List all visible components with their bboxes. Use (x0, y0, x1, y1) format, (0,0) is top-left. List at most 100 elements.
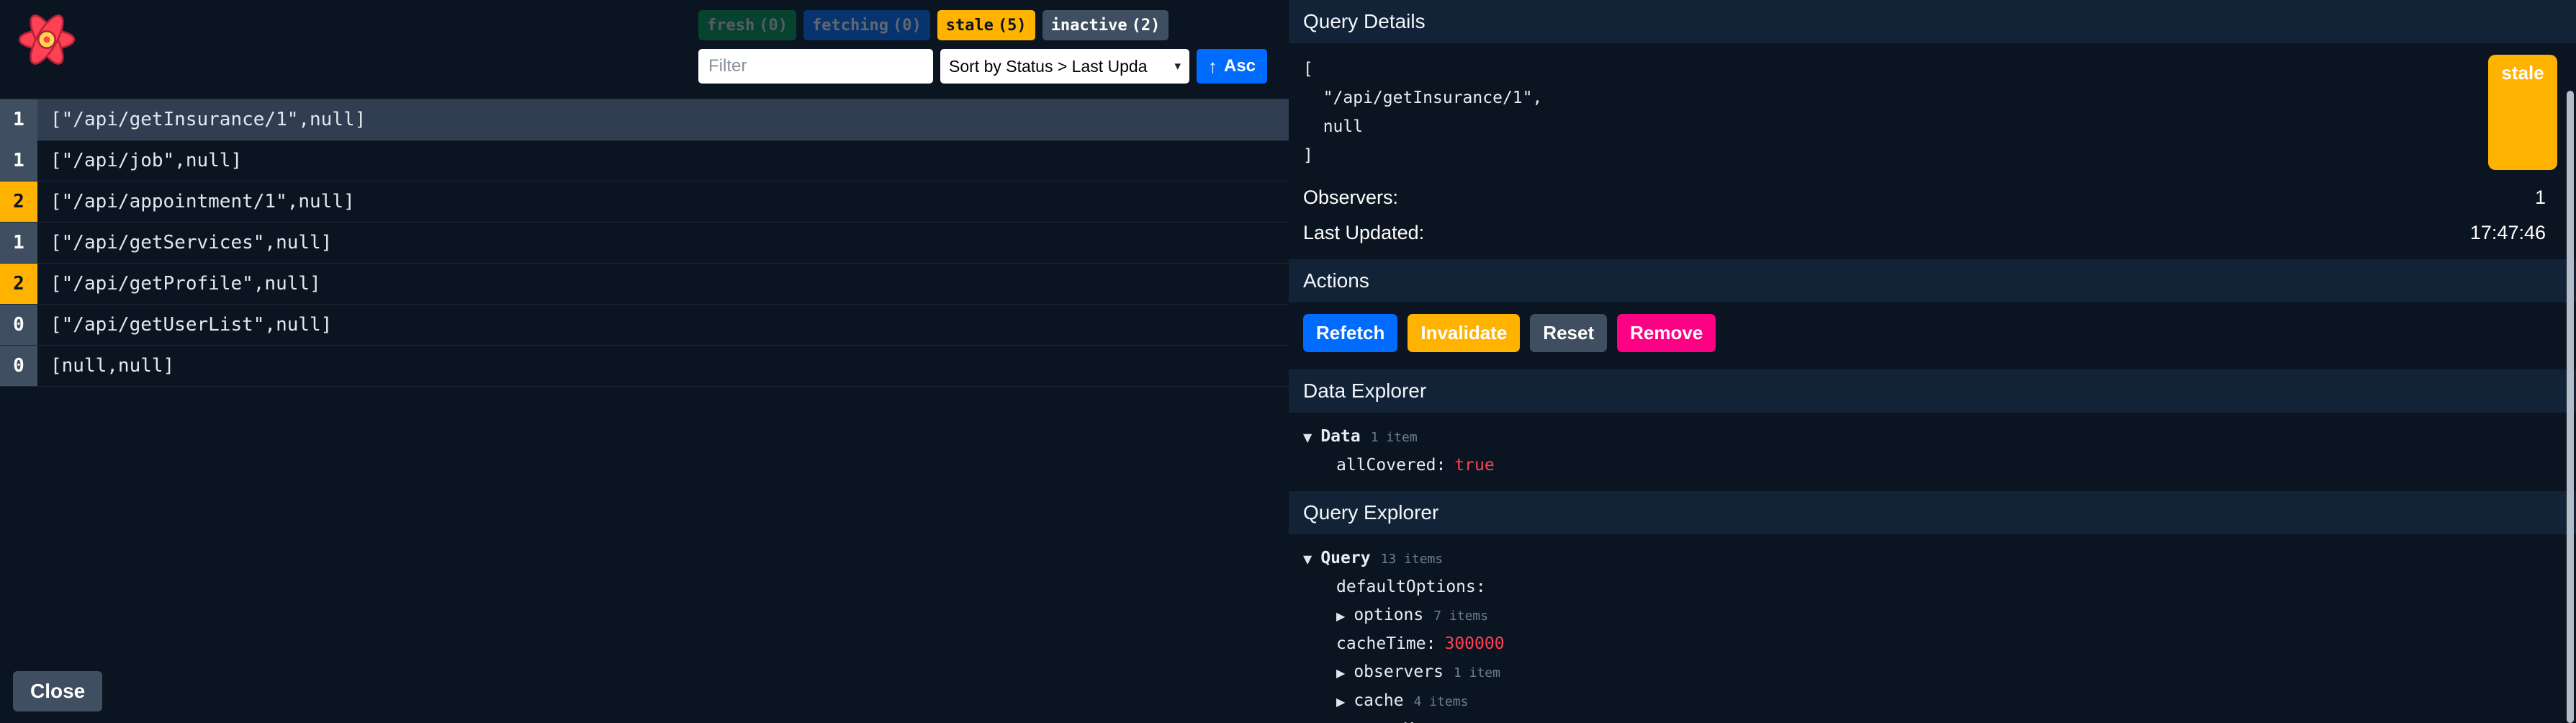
explorer-root-label: Data (1320, 423, 1360, 451)
expander-right-icon: ▶ (1336, 602, 1345, 630)
expander-right-icon: ▶ (1336, 688, 1345, 716)
explorer-entry-row[interactable]: ▶ options 7 items (1303, 601, 2562, 630)
actions-title: Actions (1289, 259, 2576, 302)
observer-count-badge: 2 (0, 264, 37, 304)
last-updated-row: Last Updated: 17:47:46 (1289, 215, 2576, 251)
explorer-item-count: 7 items (1433, 602, 1488, 630)
explorer-entry-row: cacheTime: 300000 (1303, 630, 2562, 658)
explorer-item-count: 1 item (1371, 423, 1418, 452)
selected-query-key: [ "/api/getInsurance/1", null ] (1303, 55, 2488, 170)
data-explorer-tree: ▼ Data 1 item allCovered: true (1289, 413, 2576, 491)
query-key-block: [ "/api/getInsurance/1", null ] stale (1289, 43, 2576, 180)
explorer-entry-key: defaultOptions: (1336, 573, 1486, 601)
react-query-logo-button[interactable] (14, 7, 79, 72)
explorer-entry-value: 300000 (1444, 630, 1504, 658)
chevron-down-icon: ▾ (1174, 59, 1181, 73)
explorer-entry-value: true (1454, 452, 1494, 480)
query-key-text: ["/api/getInsurance/1",null] (50, 109, 366, 130)
filter-badge-fetching[interactable]: fetching (0) (803, 10, 930, 40)
query-key-text: [null,null] (50, 355, 174, 377)
sort-select-value: Sort by Status > Last Upda (949, 57, 1168, 76)
filter-badge-label: inactive (1051, 17, 1127, 35)
query-key-text: ["/api/getUserList",null] (50, 314, 332, 336)
query-row[interactable]: 1 ["/api/getServices",null] (0, 223, 1289, 264)
filter-badge-fresh[interactable]: fresh (0) (698, 10, 796, 40)
observers-label: Observers: (1303, 187, 1398, 209)
filter-badge-label: fresh (707, 17, 755, 35)
explorer-item-count: 4 items (1414, 688, 1469, 716)
query-details-title: Query Details (1289, 0, 2576, 43)
query-explorer-title: Query Explorer (1289, 491, 2576, 534)
arrow-up-icon: ↑ (1208, 55, 1217, 78)
explorer-entry-row[interactable]: ▶ observers 1 item (1303, 658, 2562, 687)
explorer-root-label: Query (1320, 544, 1370, 572)
filter-badge-count: (0) (759, 17, 788, 35)
query-list-header: fresh (0) fetching (0) stale (5) inactiv… (0, 0, 1289, 99)
query-list-panel: fresh (0) fetching (0) stale (5) inactiv… (0, 0, 1289, 723)
explorer-entry-row[interactable]: ▶ cache 4 items (1303, 687, 2562, 716)
filter-sort-row: Sort by Status > Last Upda ▾ ↑ Asc (698, 49, 1267, 84)
explorer-entry-row: allCovered: true (1303, 452, 2562, 480)
explorer-entry-key: cacheTime: (1336, 630, 1436, 658)
observers-row: Observers: 1 (1289, 180, 2576, 215)
observer-count-badge: 0 (0, 346, 37, 386)
last-updated-label: Last Updated: (1303, 222, 1424, 244)
filter-badge-label: fetching (812, 17, 888, 35)
observer-count-badge: 0 (0, 305, 37, 345)
query-row[interactable]: 0 [null,null] (0, 346, 1289, 387)
query-explorer-tree: ▼ Query 13 items defaultOptions: ▶ optio… (1289, 534, 2576, 723)
explorer-item-count: 13 items (1381, 545, 1444, 573)
explorer-entry-row: defaultOptions: (1303, 573, 2562, 601)
expander-down-icon: ▼ (1303, 545, 1312, 573)
query-row[interactable]: 1 ["/api/getInsurance/1",null] (0, 99, 1289, 140)
filter-badge-stale[interactable]: stale (5) (937, 10, 1035, 40)
actions-row: Refetch Invalidate Reset Remove (1289, 302, 2576, 369)
explorer-entry-row[interactable]: ▶ queryKey 2 items (1303, 716, 2562, 723)
reset-button[interactable]: Reset (1530, 314, 1607, 352)
query-key-text: ["/api/appointment/1",null] (50, 191, 355, 212)
sort-select[interactable]: Sort by Status > Last Upda ▾ (940, 49, 1189, 84)
refetch-button[interactable]: Refetch (1303, 314, 1397, 352)
query-state-badge: stale (2488, 55, 2557, 170)
sort-direction-label: Asc (1224, 56, 1256, 76)
explorer-root-row[interactable]: ▼ Data 1 item (1303, 423, 2562, 452)
expander-right-icon: ▶ (1336, 659, 1345, 687)
expander-down-icon: ▼ (1303, 423, 1312, 452)
filter-badge-inactive[interactable]: inactive (2) (1042, 10, 1169, 40)
query-key-text: ["/api/getProfile",null] (50, 273, 321, 295)
scrollbar[interactable] (2567, 91, 2574, 723)
query-key-text: ["/api/getServices",null] (50, 232, 332, 253)
query-row[interactable]: 0 ["/api/getUserList",null] (0, 305, 1289, 346)
observer-count-badge: 1 (0, 223, 37, 263)
query-key-text: ["/api/job",null] (50, 150, 242, 171)
close-button[interactable]: Close (13, 671, 102, 711)
observer-count-badge: 2 (0, 181, 37, 222)
filter-input[interactable] (698, 49, 933, 84)
query-row[interactable]: 2 ["/api/appointment/1",null] (0, 181, 1289, 223)
explorer-item-count: 2 items (1444, 717, 1498, 723)
react-query-logo-icon (14, 7, 79, 72)
explorer-entry-key: queryKey (1354, 716, 1433, 723)
sort-direction-button[interactable]: ↑ Asc (1197, 49, 1267, 84)
query-details-panel: Query Details [ "/api/getInsurance/1", n… (1289, 0, 2576, 723)
filter-badge-label: stale (946, 17, 994, 35)
explorer-entry-key: cache (1354, 687, 1403, 715)
remove-button[interactable]: Remove (1617, 314, 1716, 352)
expander-right-icon: ▶ (1336, 717, 1345, 723)
query-row[interactable]: 1 ["/api/job",null] (0, 140, 1289, 181)
react-query-devtools-panel: fresh (0) fetching (0) stale (5) inactiv… (0, 0, 2576, 723)
filter-badge-count: (5) (998, 17, 1027, 35)
explorer-item-count: 1 item (1454, 659, 1500, 687)
list-controls: fresh (0) fetching (0) stale (5) inactiv… (698, 10, 1269, 84)
explorer-entry-key: options (1354, 601, 1423, 629)
query-rows: 1 ["/api/getInsurance/1",null] 1 ["/api/… (0, 99, 1289, 387)
status-filter-badges: fresh (0) fetching (0) stale (5) inactiv… (698, 10, 1168, 40)
filter-badge-count: (0) (893, 17, 922, 35)
observer-count-badge: 1 (0, 140, 37, 181)
invalidate-button[interactable]: Invalidate (1408, 314, 1520, 352)
filter-badge-count: (2) (1132, 17, 1161, 35)
last-updated-value: 17:47:46 (2470, 222, 2546, 244)
query-row[interactable]: 2 ["/api/getProfile",null] (0, 264, 1289, 305)
data-explorer-title: Data Explorer (1289, 369, 2576, 413)
explorer-root-row[interactable]: ▼ Query 13 items (1303, 544, 2562, 573)
